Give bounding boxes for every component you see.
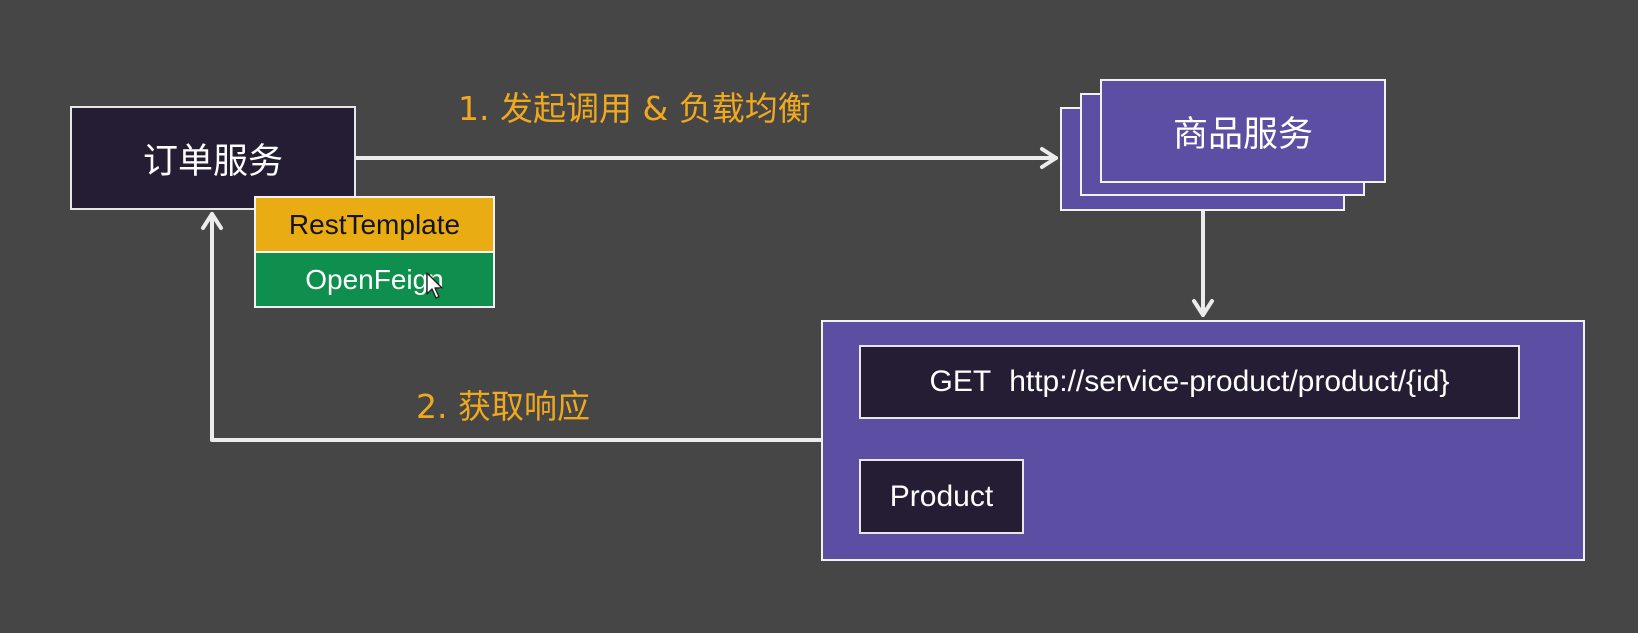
- rest-template-option[interactable]: RestTemplate: [254, 196, 495, 253]
- product-result-label: Product: [889, 479, 994, 513]
- rest-template-label: RestTemplate: [288, 208, 461, 240]
- step2-label: 2. 获取响应: [416, 387, 590, 426]
- step1-label: 1. 发起调用 & 负载均衡: [458, 89, 811, 128]
- open-feign-label: OpenFeign: [305, 263, 444, 295]
- order-service-label: 订单服务: [142, 141, 283, 182]
- mouse-cursor-icon: [426, 272, 443, 299]
- endpoint-method: GET: [929, 365, 992, 398]
- product-service-node: 商品服务: [1100, 79, 1386, 183]
- open-feign-option[interactable]: OpenFeign: [254, 251, 495, 308]
- order-service-node: 订单服务: [70, 106, 356, 210]
- endpoint-url: http://service-product/product/{id}: [1009, 365, 1450, 398]
- product-service-label: 商品服务: [1172, 114, 1313, 155]
- product-result-box: Product: [859, 459, 1024, 534]
- endpoint-box: GET http://service-product/product/{id}: [859, 345, 1520, 419]
